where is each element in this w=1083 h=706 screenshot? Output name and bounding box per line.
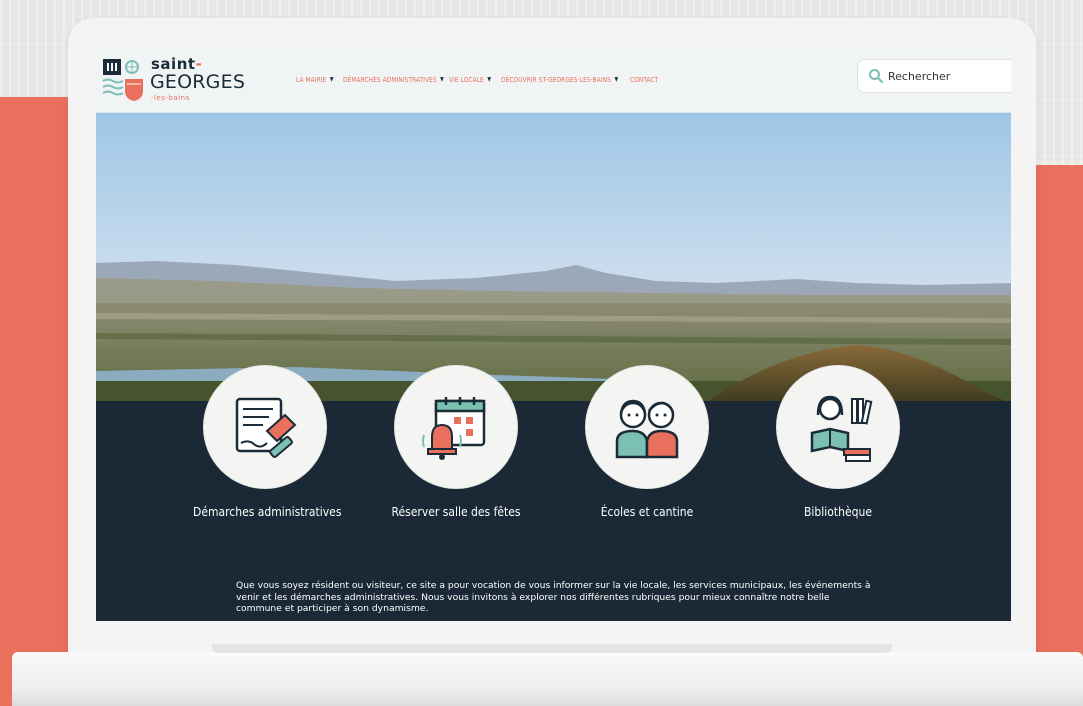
nav-item-decouvrir[interactable]: DÉCOUVRIR ST-GEORGES-LES-BAINS ▼	[501, 75, 618, 84]
feature-icon-circle	[585, 365, 709, 489]
feature-label: Réserver salle des fêtes	[391, 505, 521, 519]
laptop-screen: saint- GEORGES -les-bains LA MAIRIE ▼ DÉM…	[96, 49, 1011, 621]
chevron-down-icon: ▼	[439, 76, 444, 83]
logo-text-les-bains: -les-bains	[151, 94, 190, 102]
search-box[interactable]: Rechercher	[857, 59, 1011, 93]
logo-emblem-icon	[102, 59, 143, 101]
site-logo[interactable]: saint- GEORGES -les-bains	[101, 55, 245, 107]
children-icon	[615, 399, 679, 459]
main-nav: LA MAIRIE ▼ DÉMARCHES ADMINISTRATIVES ▼ VI…	[296, 75, 663, 84]
feature-bibliotheque[interactable]: Bibliothèque	[758, 365, 918, 519]
search-icon	[869, 69, 884, 84]
feature-demarches[interactable]: Démarches administratives	[185, 365, 345, 519]
laptop-notch	[212, 644, 892, 653]
nav-item-la-mairie[interactable]: LA MAIRIE ▼	[296, 75, 334, 84]
logo-text-georges: GEORGES	[150, 71, 246, 93]
nav-item-contact[interactable]: CONTACT	[630, 75, 658, 84]
calendar-bell-icon	[422, 397, 486, 460]
site-header: saint- GEORGES -les-bains LA MAIRIE ▼ DÉM…	[96, 49, 1011, 113]
search-input[interactable]: Rechercher	[888, 70, 950, 83]
feature-label: Bibliothèque	[804, 505, 872, 519]
hero-landscape-image	[96, 113, 1011, 403]
laptop-base	[12, 652, 1083, 706]
feature-icon-circle	[203, 365, 327, 489]
nav-item-demarches[interactable]: DÉMARCHES ADMINISTRATIVES ▼	[343, 75, 444, 84]
chevron-down-icon: ▼	[614, 76, 619, 83]
feature-label: Démarches administratives	[193, 505, 342, 519]
feature-ecoles-cantine[interactable]: Écoles et cantine	[567, 365, 727, 519]
document-stamp-icon	[235, 397, 297, 458]
chevron-down-icon: ▼	[487, 76, 492, 83]
chevron-down-icon: ▼	[329, 76, 334, 83]
feature-reserver-salle[interactable]: Réserver salle des fêtes	[376, 365, 536, 519]
feature-icon-circle	[394, 365, 518, 489]
feature-label: Écoles et cantine	[600, 505, 694, 519]
feature-icon-circle	[776, 365, 900, 489]
intro-paragraph: Que vous soyez résident ou visiteur, ce …	[236, 580, 871, 614]
nav-item-vie-locale[interactable]: VIE LOCALE ▼	[449, 75, 491, 84]
reader-books-icon	[810, 395, 873, 462]
